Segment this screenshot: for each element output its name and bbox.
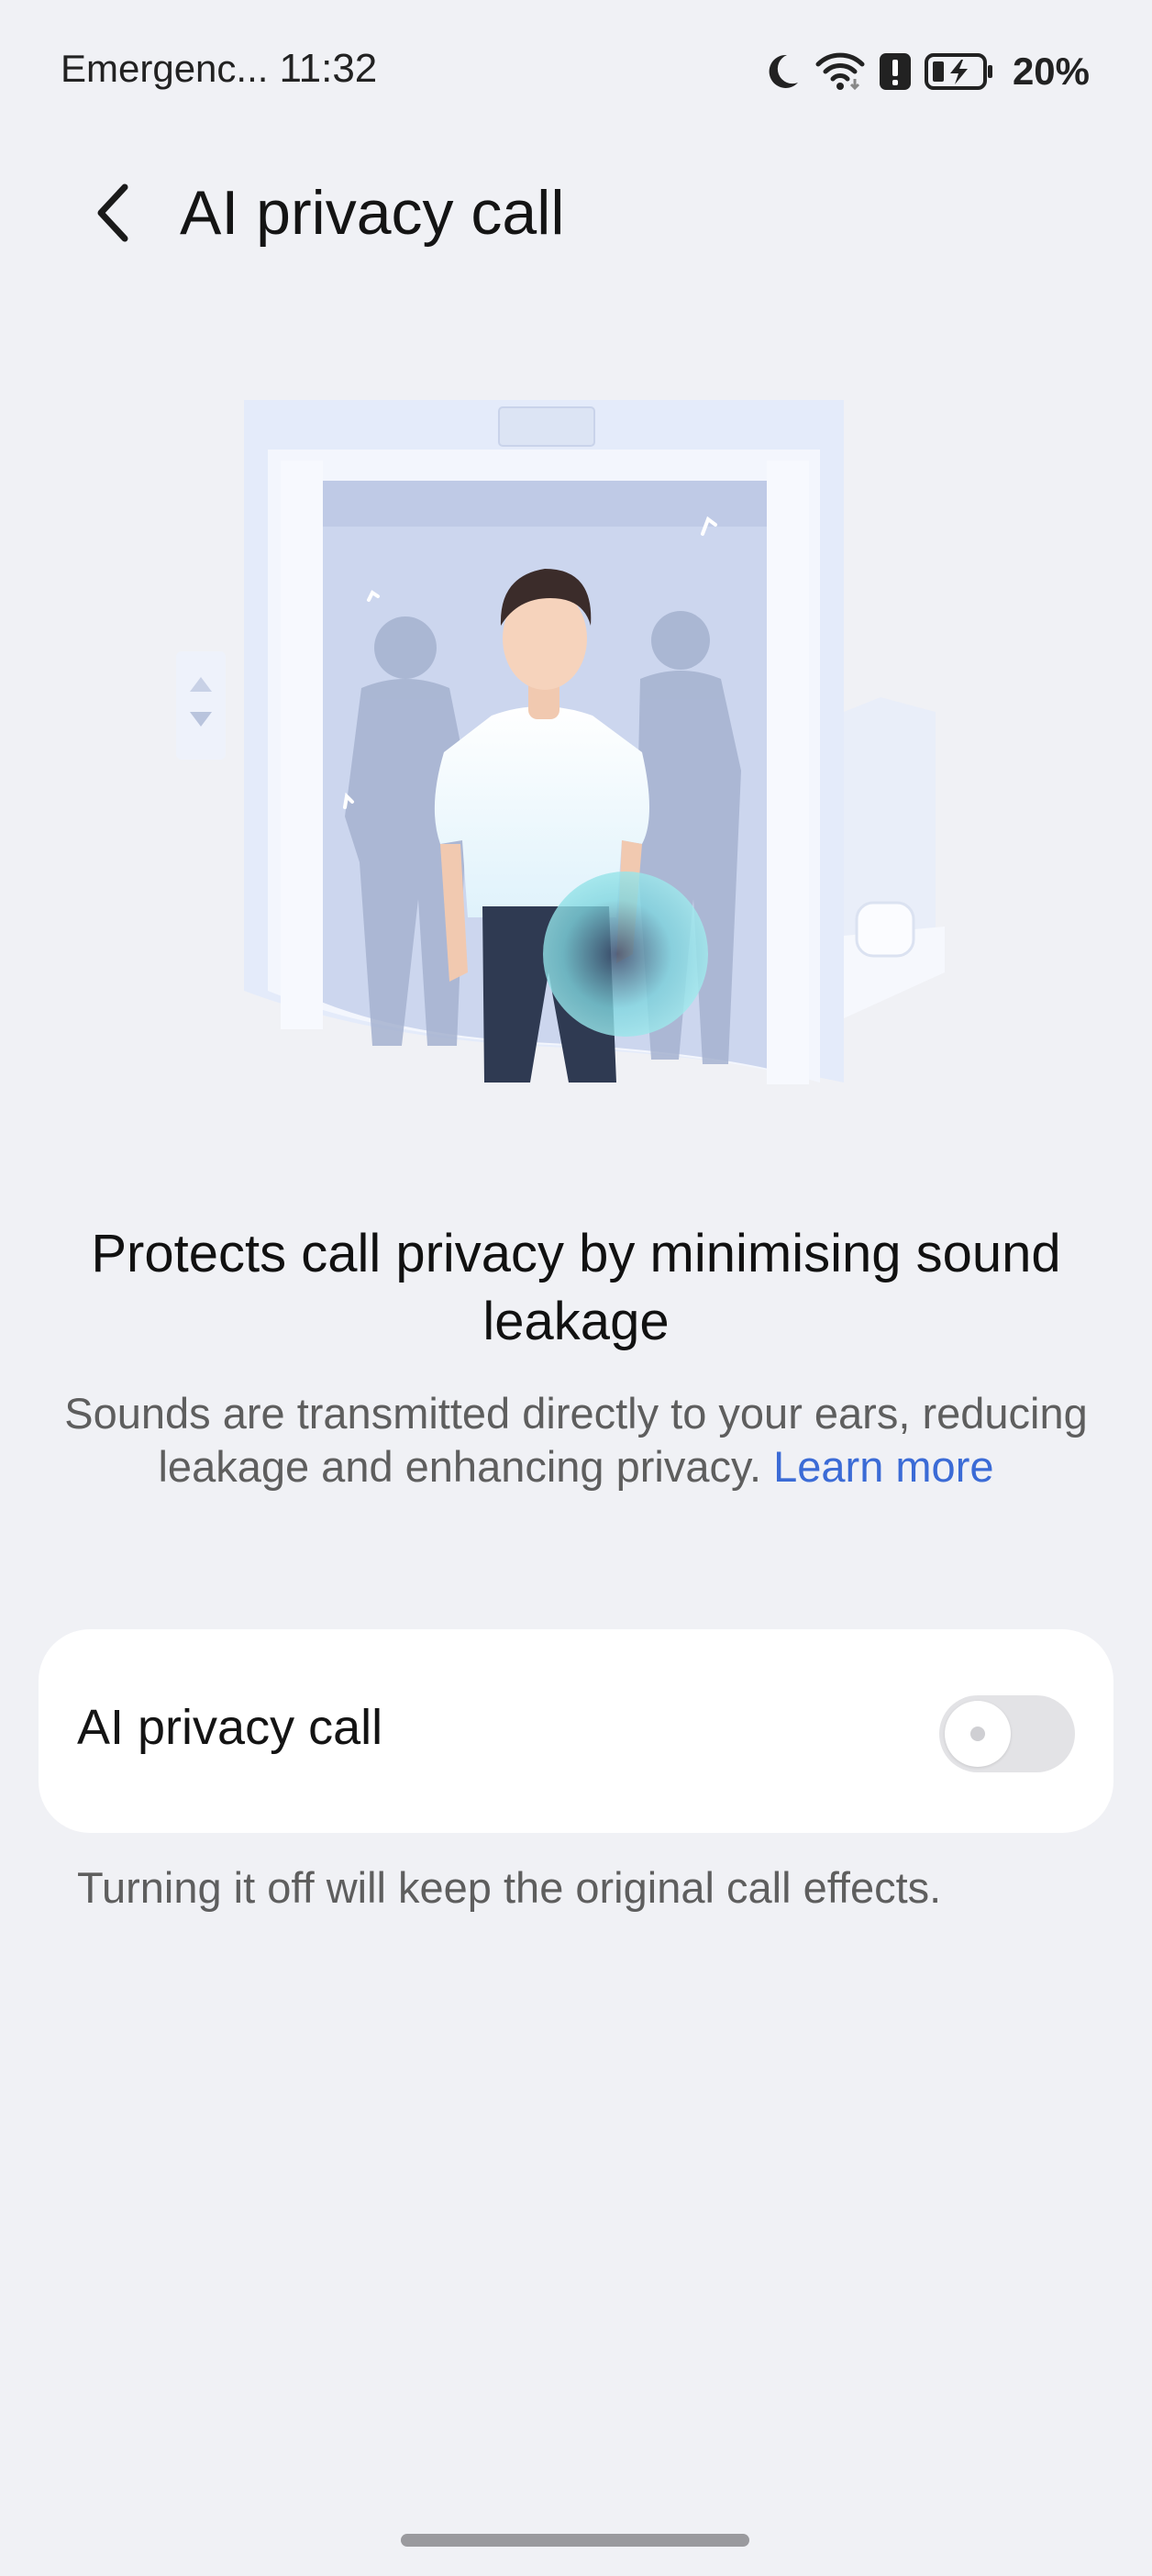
page-title: AI privacy call xyxy=(180,178,565,248)
privacy-call-card: AI privacy call xyxy=(39,1629,1113,1833)
wifi-icon xyxy=(814,51,866,92)
privacy-call-label: AI privacy call xyxy=(77,1700,383,1755)
learn-more-link[interactable]: Learn more xyxy=(773,1442,993,1491)
feature-description: Sounds are transmitted directly to your … xyxy=(64,1387,1088,1493)
battery-percentage: 20% xyxy=(1012,50,1090,93)
status-left: Emergenc... 11:32 xyxy=(61,46,377,92)
privacy-call-toggle[interactable] xyxy=(939,1695,1075,1772)
chevron-left-icon xyxy=(90,180,134,250)
clock: 11:32 xyxy=(279,46,378,91)
back-button[interactable] xyxy=(79,182,145,248)
battery-charging-icon xyxy=(924,52,994,91)
home-indicator[interactable] xyxy=(401,2534,749,2547)
alert-icon xyxy=(879,51,912,92)
elevator-illustration xyxy=(165,385,972,1101)
toggle-knob xyxy=(945,1701,1011,1767)
carrier-text: Emergenc... xyxy=(61,47,269,90)
feature-headline: Protects call privacy by minimising soun… xyxy=(91,1224,1061,1351)
header: AI privacy call xyxy=(0,165,1152,266)
status-bar: Emergenc... 11:32 20% xyxy=(0,0,1152,147)
setting-footnote: Turning it off will keep the original ca… xyxy=(77,1863,942,1912)
moon-icon xyxy=(763,51,802,92)
status-icons: 20% xyxy=(763,48,1090,95)
